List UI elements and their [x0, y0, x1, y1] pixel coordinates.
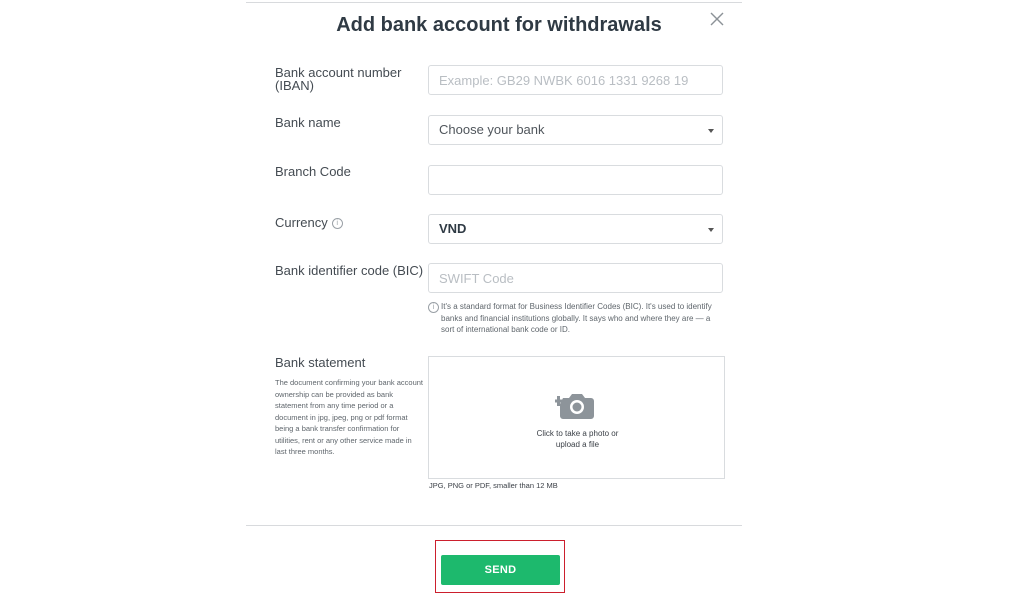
branch-code-input[interactable] — [428, 165, 723, 195]
currency-select-value: VND — [439, 221, 467, 236]
add-bank-account-dialog: Add bank account for withdrawals Bank ac… — [246, 0, 742, 600]
iban-label: Bank account number (IBAN) — [275, 66, 401, 92]
iban-input[interactable] — [428, 65, 723, 95]
bank-name-select-value: Choose your bank — [439, 122, 545, 137]
camera-add-icon — [555, 394, 594, 419]
currency-select[interactable]: VND — [428, 214, 723, 244]
bank-name-select[interactable]: Choose your bank — [428, 115, 723, 145]
currency-label-text: Currency — [275, 215, 328, 230]
send-button[interactable]: SEND — [441, 555, 560, 585]
bank-name-label: Bank name — [275, 115, 341, 130]
upload-dropzone[interactable]: Click to take a photo or upload a file — [428, 356, 725, 479]
info-icon[interactable]: i — [331, 218, 343, 230]
dialog-title: Add bank account for withdrawals — [336, 14, 662, 36]
bank-statement-label: Bank statement — [275, 355, 366, 370]
bic-label: Bank identifier code (BIC) — [275, 263, 424, 278]
upload-text-line1: Click to take a photo or — [536, 429, 619, 438]
iban-label-line2: (IBAN) — [275, 78, 314, 93]
bottom-divider — [246, 525, 742, 526]
upload-text-line2: upload a file — [555, 440, 600, 449]
top-divider — [246, 2, 742, 3]
branch-code-label: Branch Code — [275, 164, 351, 179]
currency-label: Currency i — [275, 215, 343, 230]
upload-text: Click to take a photo or upload a file — [429, 428, 726, 450]
chevron-down-icon — [708, 129, 714, 133]
bic-input[interactable] — [428, 263, 723, 293]
chevron-down-icon — [708, 228, 714, 232]
bank-statement-description: The document confirming your bank accoun… — [275, 378, 423, 456]
close-icon[interactable] — [708, 10, 726, 28]
info-icon: i — [428, 302, 439, 313]
bic-hint-text: It's a standard format for Business Iden… — [441, 302, 712, 334]
file-format-note: JPG, PNG or PDF, smaller than 12 MB — [429, 481, 558, 490]
bic-hint: i It's a standard format for Business Id… — [428, 301, 723, 334]
